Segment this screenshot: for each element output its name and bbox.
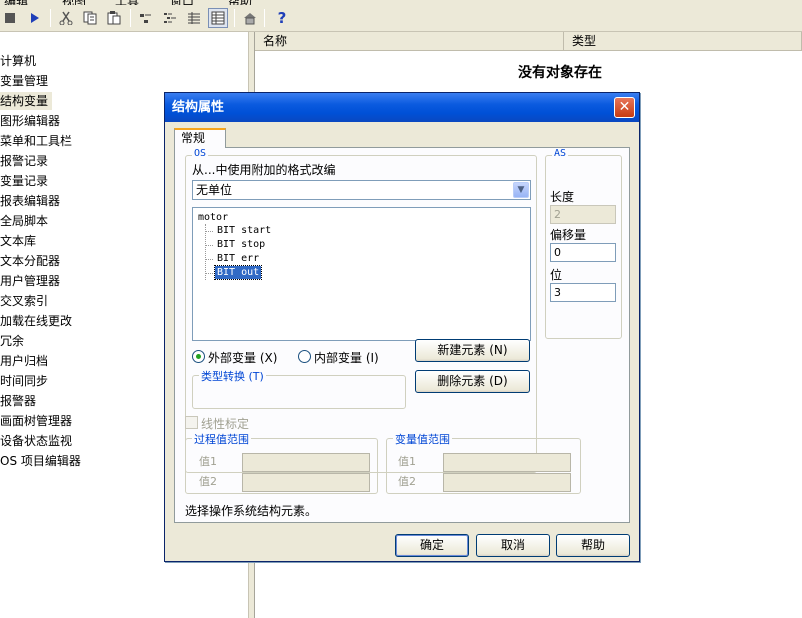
cut-icon[interactable] — [56, 8, 76, 28]
copy-icon[interactable] — [80, 8, 100, 28]
as-group-label: AS — [552, 148, 569, 159]
delete-element-button[interactable]: 删除元素 (D) — [415, 370, 530, 393]
bit-field[interactable]: 3 — [550, 283, 616, 302]
tree-item[interactable]: 文本库 — [0, 232, 36, 250]
linear-scaling-checkbox — [185, 416, 198, 429]
tree-connector — [205, 224, 206, 280]
tree-item[interactable]: 报警器 — [0, 392, 36, 410]
stop-icon[interactable] — [0, 8, 20, 28]
properties-icon[interactable] — [240, 8, 260, 28]
list-icon[interactable] — [160, 8, 180, 28]
tree-item[interactable]: 文本分配器 — [0, 252, 60, 270]
tree-item[interactable]: 交叉索引 — [0, 292, 48, 310]
help-button[interactable]: 帮助 — [556, 534, 630, 557]
offset-field[interactable]: 0 — [550, 243, 616, 262]
tree-item[interactable]: 加载在线更改 — [0, 312, 72, 330]
tree-item[interactable]: 图形编辑器 — [0, 112, 60, 130]
tree-item[interactable]: 时间同步 — [0, 372, 48, 390]
new-element-button[interactable]: 新建元素 (N) — [415, 339, 530, 362]
toolbar: ? — [0, 5, 802, 32]
tree-item[interactable]: 冗余 — [0, 332, 24, 350]
help-icon[interactable]: ? — [272, 8, 292, 28]
tree-connector — [205, 231, 213, 232]
process-value2-field — [242, 473, 370, 492]
tree-item[interactable]: 全局脚本 — [0, 212, 48, 230]
tree-connector — [205, 245, 213, 246]
paste-icon[interactable] — [104, 8, 124, 28]
bit-label: 位 — [550, 268, 563, 282]
tree-element-node[interactable]: BIT start — [217, 224, 271, 237]
unit-select[interactable]: 无单位 ▼ — [192, 180, 531, 200]
external-variable-radio[interactable] — [192, 350, 205, 363]
tree-root-node[interactable]: motor — [198, 211, 228, 224]
internal-variable-label[interactable]: 内部变量 (I) — [314, 349, 379, 366]
details-icon[interactable] — [184, 8, 204, 28]
toolbar-separator — [130, 9, 131, 27]
tree-item[interactable]: 画面树管理器 — [0, 412, 72, 430]
tree-item-selected[interactable]: 结构变量 — [0, 92, 53, 110]
tree-item[interactable]: OS 项目编辑器 — [0, 452, 81, 470]
empty-list-message: 没有对象存在 — [518, 65, 602, 81]
run-icon[interactable] — [24, 8, 44, 28]
small-icons-icon[interactable] — [136, 8, 156, 28]
ok-button[interactable]: 确定 — [395, 534, 469, 557]
toolbar-separator — [234, 9, 235, 27]
toolbar-separator — [264, 9, 265, 27]
column-header-name[interactable]: 名称 — [255, 32, 564, 51]
process-value1-label: 值1 — [199, 455, 217, 468]
variable-value1-label: 值1 — [398, 455, 416, 468]
tree-item[interactable]: 报表编辑器 — [0, 192, 60, 210]
tree-item[interactable]: 计算机 — [0, 52, 36, 70]
variable-value-range-label: 变量值范围 — [393, 431, 452, 447]
table-icon[interactable] — [208, 8, 228, 28]
tree-item[interactable]: 报警记录 — [0, 152, 48, 170]
variable-value2-field — [443, 473, 571, 492]
variable-value1-field — [443, 453, 571, 472]
cancel-button[interactable]: 取消 — [476, 534, 550, 557]
tree-item[interactable]: 设备状态监视 — [0, 432, 72, 450]
length-field: 2 — [550, 205, 616, 224]
tree-connector — [205, 259, 213, 260]
process-value-range-label: 过程值范围 — [192, 431, 251, 447]
tree-element-node[interactable]: BIT err — [217, 252, 259, 265]
close-icon[interactable]: ✕ — [614, 97, 635, 118]
linear-scaling-label: 线性标定 — [201, 417, 250, 431]
tree-item[interactable]: 变量记录 — [0, 172, 48, 190]
tree-item[interactable]: 用户管理器 — [0, 272, 60, 290]
status-text: 选择操作系统结构元素。 — [185, 504, 318, 518]
structure-properties-dialog: 结构属性 ✕ 常规 OS 从...中使用附加的格式改编 无单位 ▼ motor … — [164, 92, 640, 562]
unit-select-value: 无单位 — [196, 183, 233, 197]
toolbar-separator — [50, 9, 51, 27]
tree-item[interactable]: 变量管理 — [0, 72, 48, 90]
tab-general[interactable]: 常规 — [174, 128, 226, 148]
process-value1-field — [242, 453, 370, 472]
tree-item[interactable]: 用户归档 — [0, 352, 48, 370]
process-value2-label: 值2 — [199, 475, 217, 488]
column-header-type[interactable]: 类型 — [564, 32, 802, 51]
length-label: 长度 — [550, 190, 575, 204]
tree-element-node[interactable]: BIT stop — [217, 238, 265, 251]
tree-connector — [205, 273, 213, 274]
tree-item[interactable]: 菜单和工具栏 — [0, 132, 72, 150]
internal-variable-radio[interactable] — [298, 350, 311, 363]
chevron-down-icon[interactable]: ▼ — [513, 182, 529, 198]
element-tree[interactable]: motor BIT start BIT stop BIT err BIT out — [192, 207, 531, 341]
tree-element-node-selected[interactable]: BIT out — [213, 265, 263, 280]
type-conversion-group: 类型转换 (T) — [192, 368, 406, 409]
format-label: 从...中使用附加的格式改编 — [192, 163, 336, 177]
offset-label: 偏移量 — [550, 228, 587, 242]
os-group-label: OS — [192, 148, 209, 159]
tab-page-general: OS 从...中使用附加的格式改编 无单位 ▼ motor BIT start … — [174, 147, 630, 523]
type-conversion-label: 类型转换 (T) — [199, 368, 266, 384]
dialog-title: 结构属性 — [165, 93, 639, 122]
external-variable-label[interactable]: 外部变量 (X) — [208, 349, 277, 366]
variable-value2-label: 值2 — [398, 475, 416, 488]
